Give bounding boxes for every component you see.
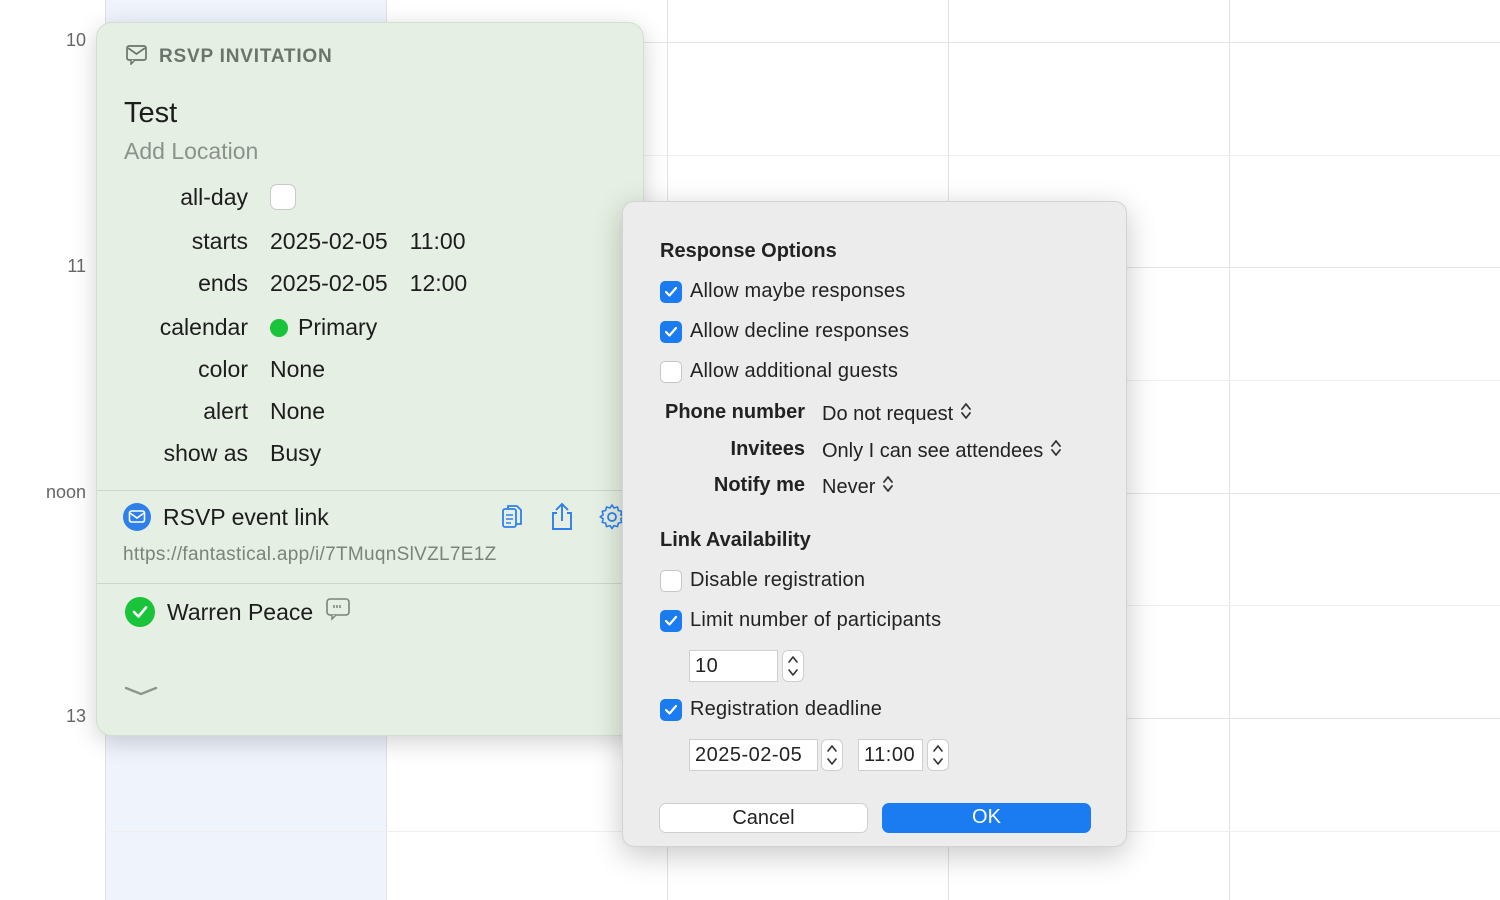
color-value[interactable]: None [270,356,325,383]
updown-chevron-icon [959,401,973,427]
registration-deadline-label: Registration deadline [690,698,883,720]
rsvp-link-label: RSVP event link [163,503,329,530]
updown-chevron-icon [881,474,895,500]
accepted-icon [125,597,155,627]
location-field[interactable]: Add Location [124,138,258,165]
showas-value[interactable]: Busy [270,440,321,467]
event-type-header: RSVP INVITATION [125,43,333,71]
allday-checkbox[interactable] [270,184,296,210]
alert-label: alert [203,398,248,424]
notify-label: Notify me [713,474,805,496]
calendar-value: Primary [298,314,378,340]
allow-maybe-label: Allow maybe responses [690,280,906,302]
notify-value: Never [822,475,876,498]
allow-guests-option[interactable]: Allow additional guests [660,360,898,383]
ends-label: ends [198,270,248,296]
event-title[interactable]: Test [124,97,177,130]
day-divider [1229,0,1230,900]
checkbox-checked[interactable] [660,609,682,632]
hour-label: noon [45,482,86,502]
share-icon[interactable] [547,501,577,533]
calendar-label: calendar [159,314,248,340]
checkbox-checked[interactable] [660,320,682,343]
divider [97,490,643,491]
allow-decline-option[interactable]: Allow decline responses [660,320,909,343]
showas-label: show as [163,440,248,466]
showas-row: show as Busy [97,440,643,474]
attendee-name: Warren Peace [167,598,314,625]
response-options-panel: Response Options Allow maybe responses A… [622,201,1127,847]
ends-row: ends 2025-02-05 12:00 [97,270,643,304]
color-row: color None [97,356,643,390]
invitees-label: Invitees [730,438,805,460]
alert-row: alert None [97,398,643,432]
checkbox-checked[interactable] [660,698,682,721]
rsvp-link-row: RSVP event link [123,503,329,531]
divider [97,583,643,584]
hour-label: 10 [65,30,86,50]
deadline-date-input[interactable]: 2025-02-05 [689,739,818,771]
notify-select[interactable]: Never [822,474,895,500]
rsvp-url[interactable]: https://fantastical.app/i/7TMuqnSlVZL7E1… [123,544,497,566]
phone-number-label: Phone number [664,401,805,423]
deadline-time-input[interactable]: 11:00 [858,739,923,771]
deadline-date-stepper[interactable] [821,739,843,771]
allow-guests-label: Allow additional guests [690,360,899,382]
attendee-row[interactable]: Warren Peace [125,597,351,627]
starts-row: starts 2025-02-05 11:00 [97,228,643,262]
allow-decline-label: Allow decline responses [690,320,910,342]
color-label: color [198,356,248,382]
hour-label: 13 [65,706,86,726]
comment-icon[interactable] [325,597,351,627]
invitees-value: Only I can see attendees [822,439,1044,462]
allday-label: all-day [180,184,248,210]
checkbox-unchecked[interactable] [660,569,682,592]
mail-icon [123,503,151,531]
participant-limit-input[interactable]: 10 [689,650,778,682]
start-time[interactable]: 11:00 [410,228,466,255]
disable-registration-label: Disable registration [690,569,866,591]
start-date[interactable]: 2025-02-05 [270,228,388,255]
calendar-color-dot [270,318,288,337]
phone-number-value: Do not request [822,402,954,425]
calendar-selector[interactable]: Primary [270,314,377,341]
deadline-time-stepper[interactable] [927,739,949,771]
calendar-row: calendar Primary [97,314,643,348]
response-options-heading: Response Options [660,240,837,262]
participant-limit-stepper[interactable] [782,650,804,682]
end-date[interactable]: 2025-02-05 [270,270,388,297]
cancel-button[interactable]: Cancel [659,803,868,833]
updown-chevron-icon [1049,438,1063,464]
limit-participants-option[interactable]: Limit number of participants [660,609,941,632]
limit-participants-label: Limit number of participants [690,609,942,631]
invitees-select[interactable]: Only I can see attendees [822,438,1063,464]
hour-label: 11 [67,256,86,276]
checkbox-checked[interactable] [660,280,682,303]
allow-maybe-option[interactable]: Allow maybe responses [660,280,905,303]
ok-button[interactable]: OK [882,803,1091,833]
allday-row: all-day [97,184,643,218]
registration-deadline-option[interactable]: Registration deadline [660,698,882,721]
disable-registration-option[interactable]: Disable registration [660,569,865,592]
copy-icon[interactable] [497,501,527,533]
event-popover: RSVP INVITATION Test Add Location all-da… [96,22,644,736]
phone-number-select[interactable]: Do not request [822,401,973,427]
checkbox-unchecked[interactable] [660,360,682,383]
end-time[interactable]: 12:00 [410,270,468,297]
event-type-label: RSVP INVITATION [159,46,333,67]
chevron-down-icon[interactable] [123,683,159,704]
link-availability-heading: Link Availability [660,529,811,551]
starts-label: starts [191,228,248,254]
alert-value[interactable]: None [270,398,325,425]
envelope-icon [125,43,149,71]
